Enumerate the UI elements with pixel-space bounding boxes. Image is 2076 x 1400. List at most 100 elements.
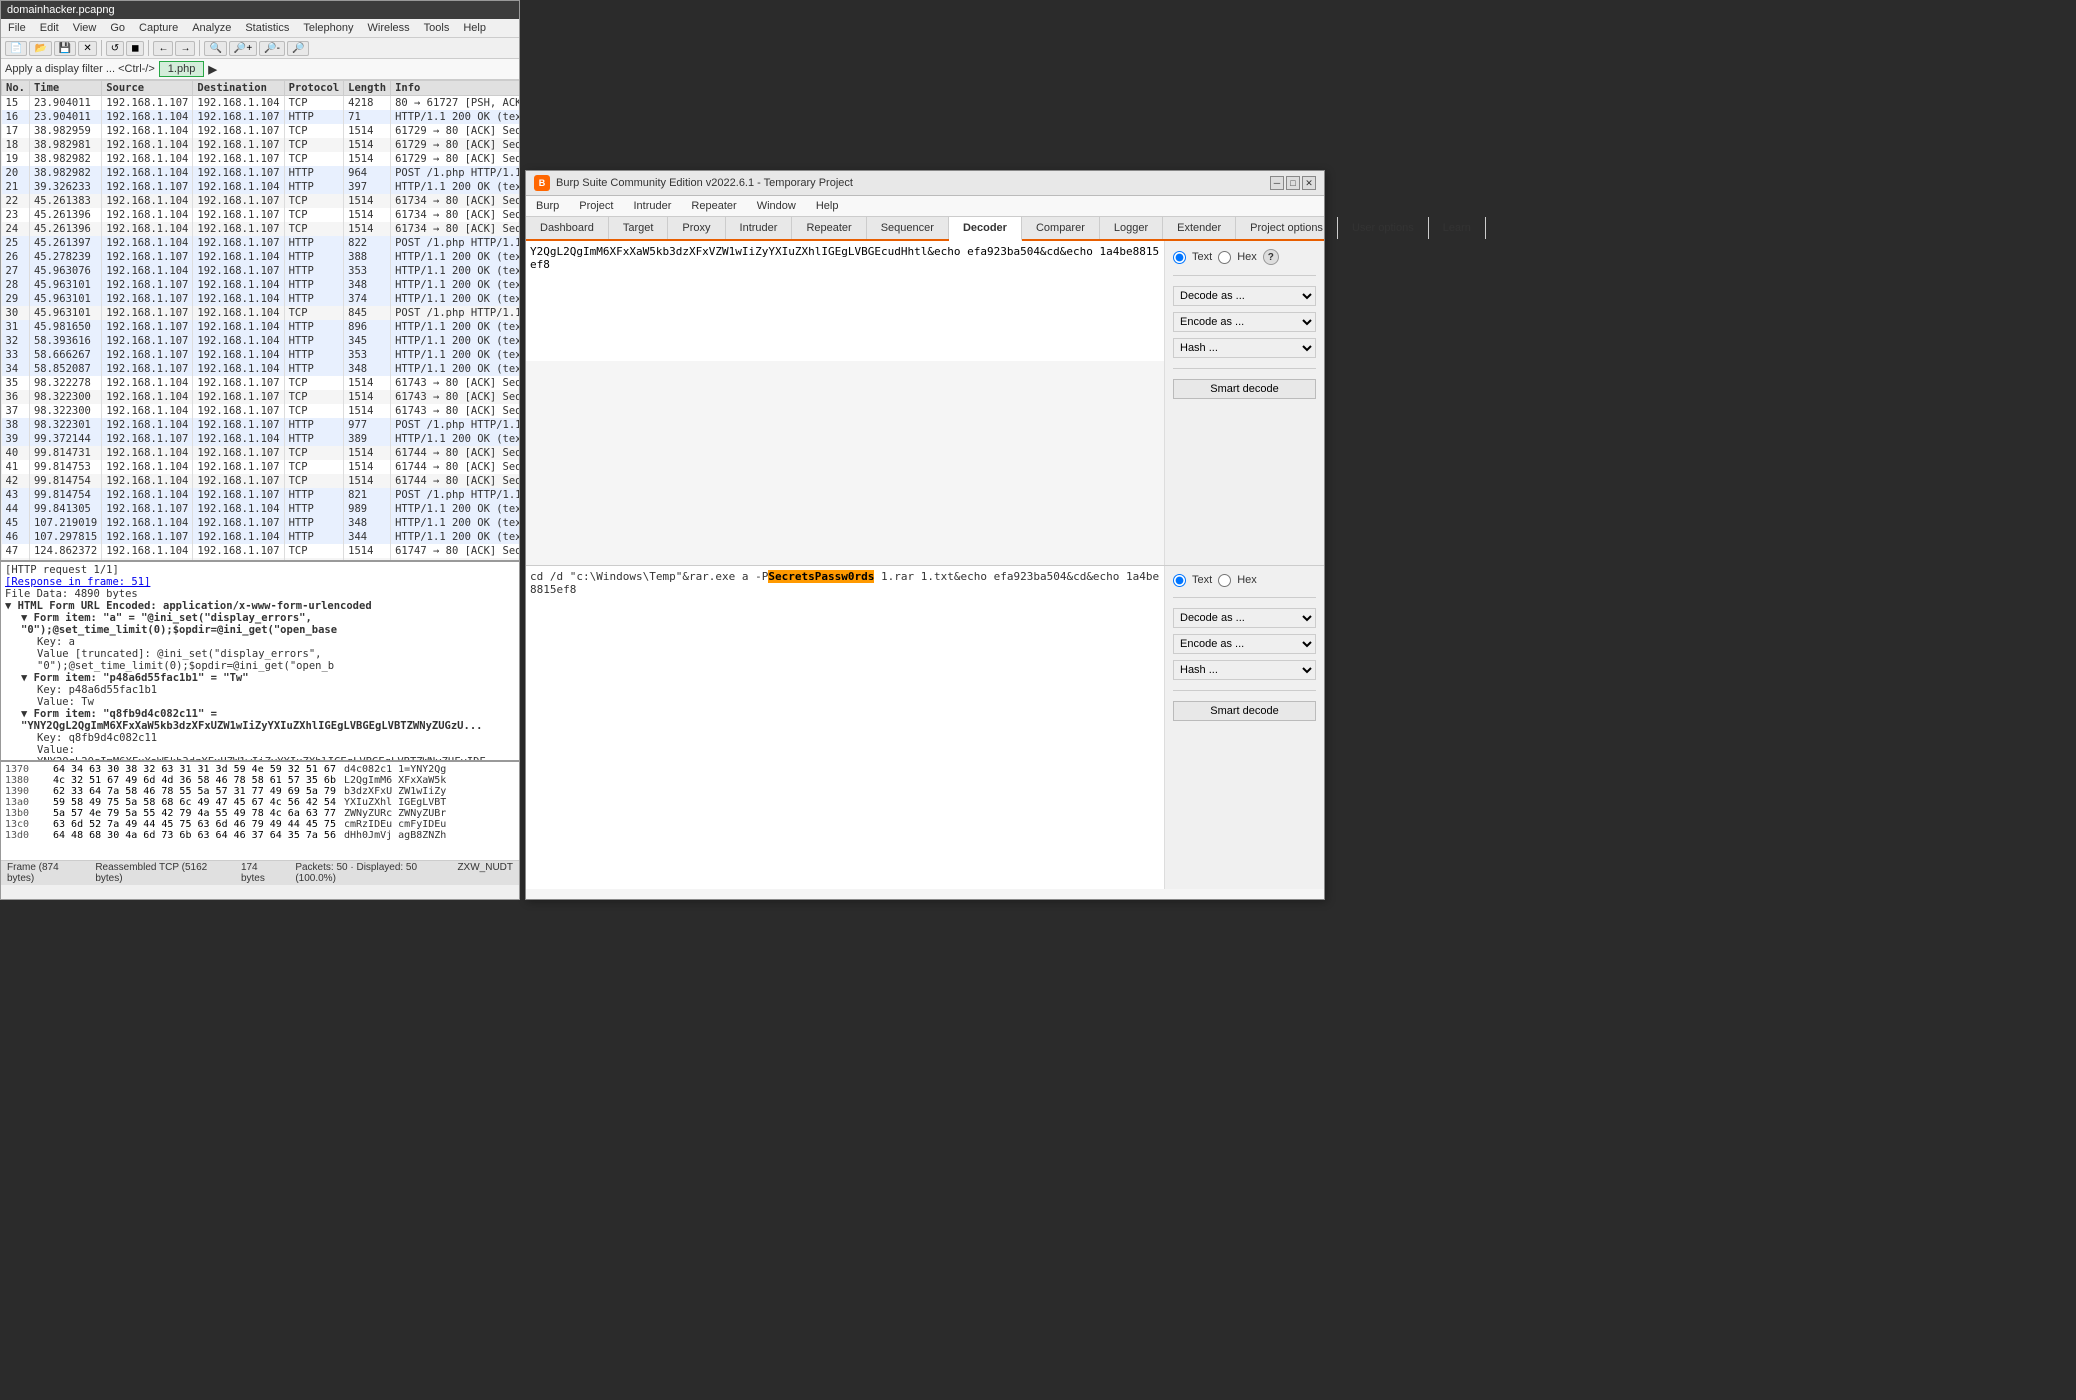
table-row[interactable]: 1838.982981192.168.1.104192.168.1.107TCP… (2, 138, 520, 152)
burp-menu-project[interactable]: Project (575, 198, 617, 214)
win-maximize[interactable]: □ (1286, 176, 1300, 190)
menu-edit[interactable]: Edit (37, 21, 62, 35)
tb-open[interactable]: 📂 (29, 41, 51, 56)
table-row[interactable]: 3698.322300192.168.1.104192.168.1.107TCP… (2, 390, 520, 404)
tab-project-options[interactable]: Project options (1236, 217, 1338, 239)
col-source[interactable]: Source (102, 81, 193, 96)
menu-tools[interactable]: Tools (421, 21, 453, 35)
tb-zoom-in[interactable]: 🔎+ (229, 41, 257, 56)
tab-sequencer[interactable]: Sequencer (867, 217, 949, 239)
tb-stop[interactable]: ◼ (126, 41, 144, 56)
win-close[interactable]: ✕ (1302, 176, 1316, 190)
filter-value[interactable]: 1.php (159, 61, 205, 77)
table-row[interactable]: 1938.982982192.168.1.104192.168.1.107TCP… (2, 152, 520, 166)
tab-dashboard[interactable]: Dashboard (526, 217, 609, 239)
tb-save[interactable]: 💾 (54, 41, 76, 56)
table-row[interactable]: 3798.322300192.168.1.104192.168.1.107TCP… (2, 404, 520, 418)
tab-comparer[interactable]: Comparer (1022, 217, 1100, 239)
tab-target[interactable]: Target (609, 217, 669, 239)
encode-as-select-top[interactable]: Encode as ... Base64 URL (1173, 312, 1316, 332)
tb-find[interactable]: 🔍 (204, 41, 226, 56)
table-row[interactable]: 2845.963101192.168.1.107192.168.1.104HTT… (2, 278, 520, 292)
table-row[interactable]: 4199.814753192.168.1.104192.168.1.107TCP… (2, 460, 520, 474)
menu-analyze[interactable]: Analyze (189, 21, 234, 35)
burp-menu-intruder[interactable]: Intruder (630, 198, 676, 214)
tab-intruder[interactable]: Intruder (726, 217, 793, 239)
table-row[interactable]: 4499.841305192.168.1.107192.168.1.104HTT… (2, 502, 520, 516)
table-row[interactable]: 3458.852087192.168.1.107192.168.1.104HTT… (2, 362, 520, 376)
tb-back[interactable]: ← (153, 41, 173, 56)
tb-close[interactable]: ✕ (78, 41, 96, 56)
hash-select-bottom[interactable]: Hash ... MD5 (1173, 660, 1316, 680)
tb-new[interactable]: 📄 (5, 41, 27, 56)
table-row[interactable]: 1623.904011192.168.1.104192.168.1.107HTT… (2, 110, 520, 124)
hash-select-top[interactable]: Hash ... MD5 SHA1 (1173, 338, 1316, 358)
smart-decode-btn-top[interactable]: Smart decode (1173, 379, 1316, 399)
col-no[interactable]: No. (2, 81, 30, 96)
table-row[interactable]: 3999.372144192.168.1.107192.168.1.104HTT… (2, 432, 520, 446)
table-row[interactable]: 2139.326233192.168.1.107192.168.1.104HTT… (2, 180, 520, 194)
table-row[interactable]: 4299.814754192.168.1.104192.168.1.107TCP… (2, 474, 520, 488)
smart-decode-btn-bottom[interactable]: Smart decode (1173, 701, 1316, 721)
col-destination[interactable]: Destination (193, 81, 284, 96)
encode-as-select-bottom[interactable]: Encode as ... Base64 URL (1173, 634, 1316, 654)
table-row[interactable]: 1738.982959192.168.1.104192.168.1.107TCP… (2, 124, 520, 138)
text-radio-bottom[interactable] (1173, 574, 1186, 587)
table-row[interactable]: 3598.322278192.168.1.104192.168.1.107TCP… (2, 376, 520, 390)
tab-decoder[interactable]: Decoder (949, 217, 1022, 241)
help-icon-top[interactable]: ? (1263, 249, 1279, 265)
table-row[interactable]: 46107.297815192.168.1.107192.168.1.104HT… (2, 530, 520, 544)
filter-apply[interactable]: ▶ (208, 63, 216, 76)
menu-statistics[interactable]: Statistics (242, 21, 292, 35)
menu-telephony[interactable]: Telephony (300, 21, 356, 35)
table-row[interactable]: 47124.862372192.168.1.104192.168.1.107TC… (2, 544, 520, 558)
menu-capture[interactable]: Capture (136, 21, 181, 35)
decode-as-select-bottom[interactable]: Decode as ... Base64 URL (1173, 608, 1316, 628)
table-row[interactable]: 48124.862372192.168.1.104192.168.1.107TC… (2, 558, 520, 560)
menu-go[interactable]: Go (107, 21, 128, 35)
table-row[interactable]: 2745.963076192.168.1.104192.168.1.107HTT… (2, 264, 520, 278)
tab-user-options[interactable]: User options (1338, 217, 1429, 239)
decoder-input[interactable]: Y2QgL2QgImM6XFxXaW5kb3dzXFxVZW1wIiZyYXIu… (526, 241, 1164, 361)
table-row[interactable]: 4399.814754192.168.1.104192.168.1.107HTT… (2, 488, 520, 502)
tb-reload[interactable]: ↺ (106, 41, 124, 56)
burp-menu-burp[interactable]: Burp (532, 198, 563, 214)
tab-learn[interactable]: Learn (1429, 217, 1486, 239)
tab-repeater[interactable]: Repeater (792, 217, 866, 239)
table-row[interactable]: 2945.963101192.168.1.107192.168.1.104HTT… (2, 292, 520, 306)
table-row[interactable]: 45107.219019192.168.1.104192.168.1.107HT… (2, 516, 520, 530)
tb-forward[interactable]: → (175, 41, 195, 56)
table-row[interactable]: 3898.322301192.168.1.104192.168.1.107HTT… (2, 418, 520, 432)
table-row[interactable]: 2345.261396192.168.1.104192.168.1.107TCP… (2, 208, 520, 222)
burp-menu-repeater[interactable]: Repeater (687, 198, 740, 214)
tab-logger[interactable]: Logger (1100, 217, 1163, 239)
table-row[interactable]: 2445.261396192.168.1.104192.168.1.107TCP… (2, 222, 520, 236)
col-length[interactable]: Length (344, 81, 391, 96)
table-row[interactable]: 1523.904011192.168.1.107192.168.1.104TCP… (2, 96, 520, 111)
col-time[interactable]: Time (29, 81, 101, 96)
menu-view[interactable]: View (70, 21, 100, 35)
table-row[interactable]: 3358.666267192.168.1.107192.168.1.104HTT… (2, 348, 520, 362)
hex-radio-bottom[interactable] (1218, 574, 1231, 587)
hex-radio-top[interactable] (1218, 251, 1231, 264)
table-row[interactable]: 2645.278239192.168.1.107192.168.1.104HTT… (2, 250, 520, 264)
menu-wireless[interactable]: Wireless (365, 21, 413, 35)
table-row[interactable]: 3045.963101192.168.1.107192.168.1.104TCP… (2, 306, 520, 320)
win-minimize[interactable]: ─ (1270, 176, 1284, 190)
table-row[interactable]: 4099.814731192.168.1.104192.168.1.107TCP… (2, 446, 520, 460)
burp-menu-help[interactable]: Help (812, 198, 843, 214)
decode-as-select-top[interactable]: Decode as ... Base64 URL HTML Hex (1173, 286, 1316, 306)
tb-zoom-reset[interactable]: 🔎 (287, 41, 309, 56)
table-row[interactable]: 3258.393616192.168.1.107192.168.1.104HTT… (2, 334, 520, 348)
tab-extender[interactable]: Extender (1163, 217, 1236, 239)
col-protocol[interactable]: Protocol (284, 81, 344, 96)
table-row[interactable]: 2545.261397192.168.1.104192.168.1.107HTT… (2, 236, 520, 250)
tab-proxy[interactable]: Proxy (668, 217, 725, 239)
packet-table-container[interactable]: No. Time Source Destination Protocol Len… (1, 80, 519, 560)
table-row[interactable]: 3145.981650192.168.1.107192.168.1.104HTT… (2, 320, 520, 334)
menu-file[interactable]: File (5, 21, 29, 35)
tb-zoom-out[interactable]: 🔎- (259, 41, 285, 56)
menu-help[interactable]: Help (460, 21, 489, 35)
table-row[interactable]: 2245.261383192.168.1.104192.168.1.107TCP… (2, 194, 520, 208)
table-row[interactable]: 2038.982982192.168.1.104192.168.1.107HTT… (2, 166, 520, 180)
